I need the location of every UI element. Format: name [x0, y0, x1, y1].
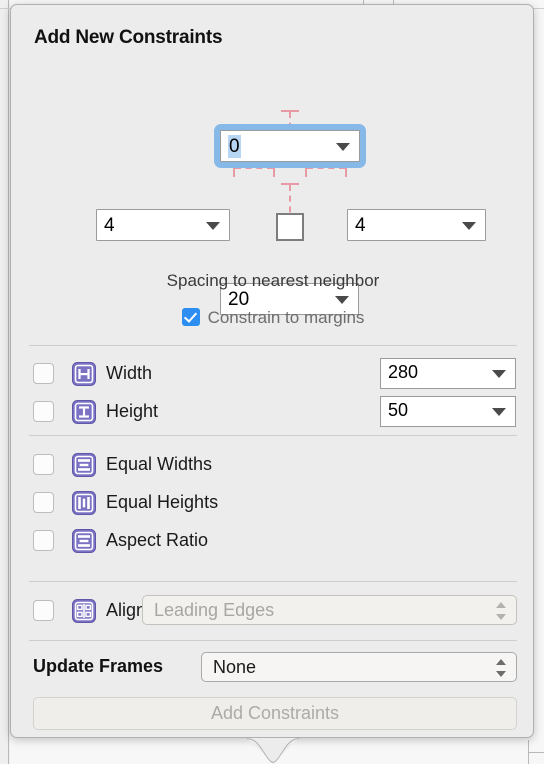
constrain-to-margins-row[interactable]: Constrain to margins: [11, 308, 535, 328]
trailing-spacing-value[interactable]: 4: [355, 214, 366, 237]
align-selected-value: Leading Edges: [154, 600, 275, 620]
divider-2: [29, 435, 517, 436]
align-select[interactable]: Leading Edges: [142, 595, 517, 625]
width-value-combo[interactable]: 280: [380, 358, 516, 389]
width-value[interactable]: 280: [388, 362, 418, 383]
equal-heights-row[interactable]: Equal Heights: [11, 484, 535, 520]
height-value[interactable]: 50: [388, 400, 408, 421]
height-value-combo[interactable]: 50: [380, 396, 516, 427]
update-frames-selected-value: None: [213, 657, 257, 677]
equal-heights-icon: [72, 491, 96, 515]
backdrop-divider-5: [528, 752, 544, 753]
update-frames-row[interactable]: Update Frames None: [11, 650, 535, 686]
top-spacing-value[interactable]: 0: [228, 135, 241, 158]
spacing-cluster: 0 4 4 20: [11, 63, 535, 315]
backdrop-divider-1: [8, 0, 9, 764]
height-constraint-row[interactable]: Height 50: [11, 393, 535, 429]
divider-4: [29, 640, 517, 641]
chevron-down-icon[interactable]: [206, 222, 220, 230]
width-checkbox[interactable]: [33, 363, 54, 384]
equal-heights-checkbox[interactable]: [33, 492, 54, 513]
height-label: Height: [106, 401, 159, 421]
update-frames-select[interactable]: None: [201, 652, 517, 682]
trailing-spacing-combo[interactable]: 4: [347, 209, 486, 241]
align-label: Align: [106, 600, 147, 620]
constrain-to-margins-checkbox[interactable]: [181, 308, 200, 326]
equal-widths-label: Equal Widths: [106, 454, 213, 474]
update-frames-label: Update Frames: [33, 656, 164, 676]
chevron-down-icon[interactable]: [492, 370, 506, 378]
divider-3: [29, 581, 517, 582]
leading-spacing-combo[interactable]: 4: [96, 209, 230, 241]
constraint-reference-square: [276, 213, 304, 241]
equal-widths-icon: [72, 453, 96, 477]
height-icon: [72, 400, 96, 424]
width-constraint-row[interactable]: Width 280: [11, 355, 535, 391]
width-icon: [72, 362, 96, 386]
constrain-to-margins-label: Constrain to margins: [207, 308, 365, 327]
chevron-down-icon[interactable]: [336, 143, 350, 151]
leading-spacing-value[interactable]: 4: [104, 214, 115, 237]
equal-widths-checkbox[interactable]: [33, 454, 54, 475]
chevron-down-icon[interactable]: [462, 222, 476, 230]
page-title: Add New Constraints: [34, 27, 223, 48]
add-constraints-button[interactable]: Add Constraints: [33, 697, 517, 730]
chevron-updown-icon[interactable]: [496, 602, 507, 620]
height-checkbox[interactable]: [33, 401, 54, 422]
aspect-ratio-checkbox[interactable]: [33, 530, 54, 551]
chevron-down-icon[interactable]: [492, 408, 506, 416]
width-label: Width: [106, 363, 153, 383]
add-constraints-label: Add Constraints: [210, 703, 340, 723]
add-new-constraints-popover: Add New Constraints 0 4 4 20 Spacing to …: [10, 4, 535, 764]
chevron-down-icon[interactable]: [335, 296, 349, 304]
chevron-updown-icon[interactable]: [496, 659, 507, 677]
aspect-ratio-label: Aspect Ratio: [106, 530, 209, 550]
divider-1: [29, 345, 517, 346]
align-icon: [72, 599, 96, 623]
align-checkbox[interactable]: [33, 600, 54, 621]
spacing-caption: Spacing to nearest neighbor: [166, 271, 380, 290]
equal-widths-row[interactable]: Equal Widths: [11, 446, 535, 482]
aspect-ratio-icon: [72, 529, 96, 553]
aspect-ratio-row[interactable]: Aspect Ratio: [11, 522, 535, 558]
align-row[interactable]: Align Leading Edges: [11, 592, 535, 628]
top-spacing-combo[interactable]: 0: [220, 130, 360, 162]
equal-heights-label: Equal Heights: [106, 492, 219, 512]
